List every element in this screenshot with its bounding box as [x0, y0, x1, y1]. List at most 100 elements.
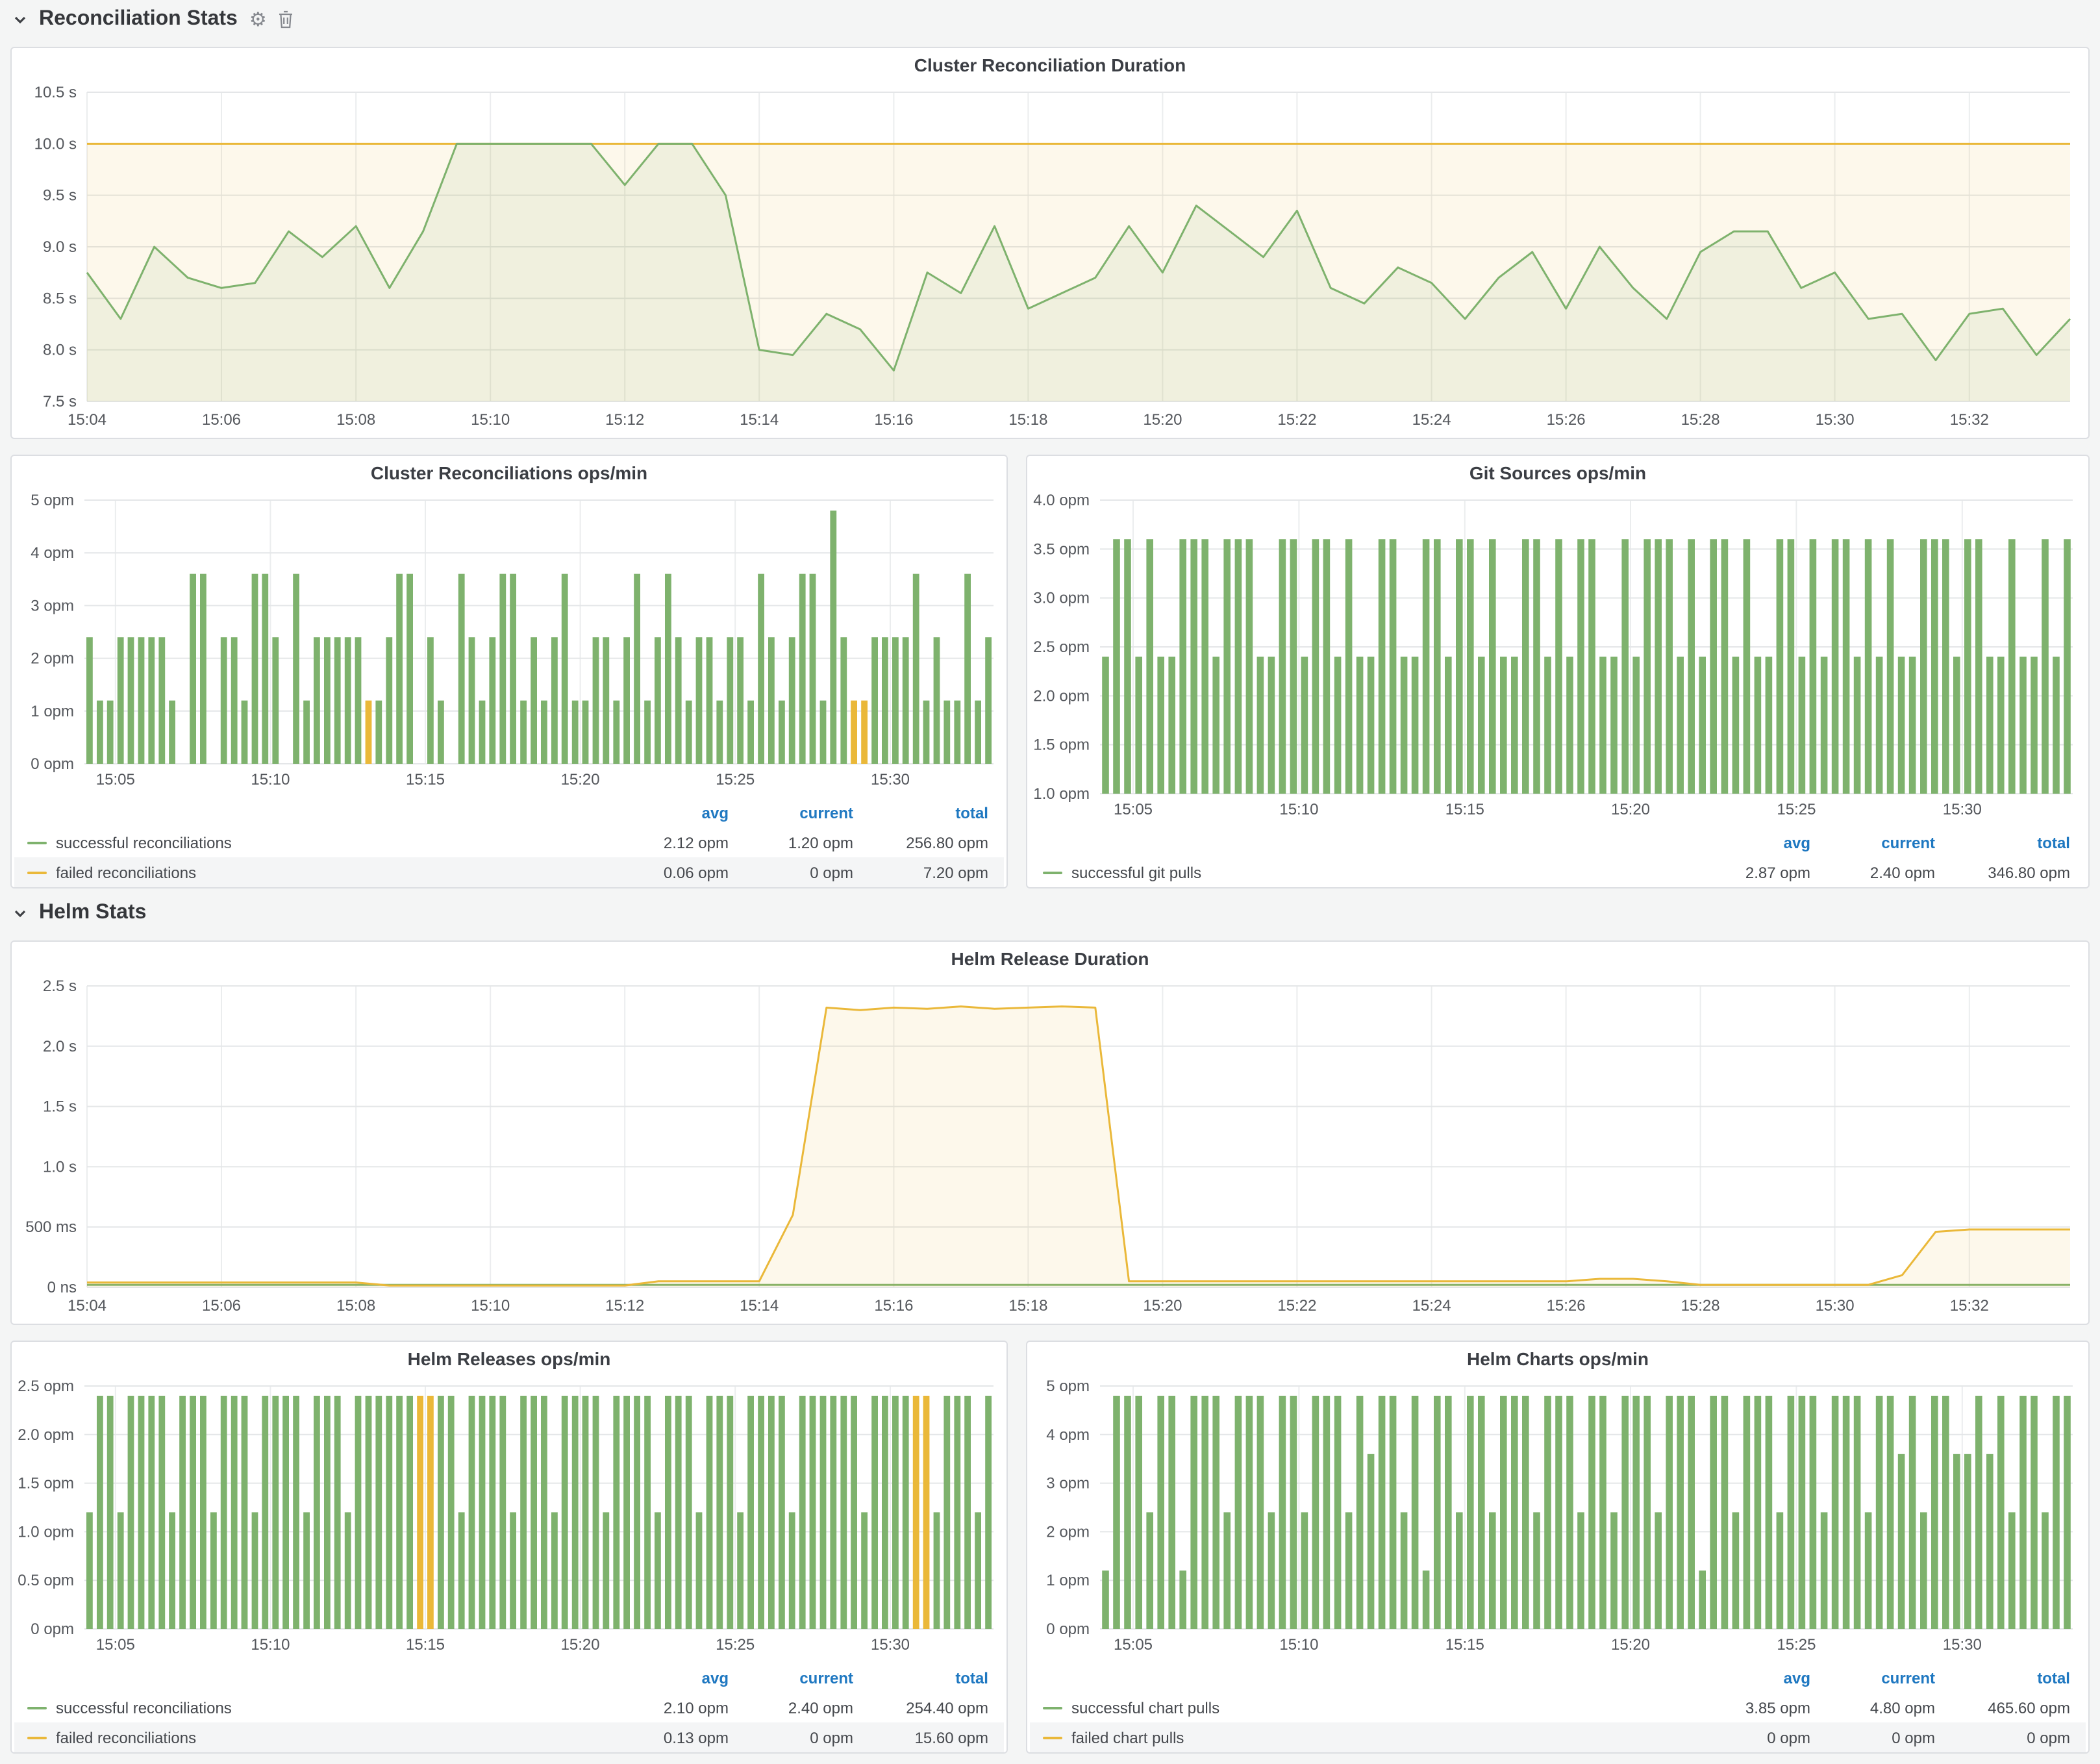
chart-cluster-reconciliations-opm[interactable]: 15:0515:1015:1515:2015:2515:300 opm1 opm… — [12, 490, 1006, 795]
section-title[interactable]: Helm Stats — [39, 901, 146, 925]
svg-text:1 opm: 1 opm — [31, 703, 74, 720]
svg-text:15:28: 15:28 — [1681, 411, 1720, 429]
chart-helm-charts-opm[interactable]: 15:0515:1015:1515:2015:2515:300 opm1 opm… — [1027, 1376, 2088, 1660]
svg-text:15:32: 15:32 — [1950, 1297, 1989, 1315]
legend-current-value: 0 opm — [729, 863, 853, 881]
svg-text:15:30: 15:30 — [871, 1636, 910, 1654]
legend-cluster-reconciliations: avgcurrenttotalsuccessful reconciliation… — [12, 795, 1006, 887]
legend-total-value: 465.60 opm — [1935, 1698, 2086, 1717]
legend-header-row: avgcurrenttotal — [14, 798, 1004, 827]
grafana-dashboard: Reconciliation Stats ⚙ Cluster Reconcili… — [0, 0, 2100, 1764]
svg-text:8.5 s: 8.5 s — [43, 290, 77, 307]
legend-series-label[interactable]: failed chart pulls — [1030, 1728, 1686, 1746]
legend-sort-total[interactable]: total — [853, 1669, 1004, 1687]
legend-row: successful chart pulls3.85 opm4.80 opm46… — [1030, 1693, 2086, 1722]
panel-helm-charts-opm: Helm Charts ops/min 15:0515:1015:1515:20… — [1026, 1341, 2090, 1754]
chart-cluster-reconciliation-duration[interactable]: 15:0415:0615:0815:1015:1215:1415:1615:18… — [12, 82, 2088, 435]
panel-cluster-reconciliations-opm: Cluster Reconciliations ops/min 15:0515:… — [10, 455, 1008, 888]
legend-header-row: avgcurrenttotal — [1030, 827, 2086, 857]
chevron-down-icon[interactable] — [13, 906, 27, 920]
svg-text:15:20: 15:20 — [1143, 1297, 1182, 1315]
gear-icon[interactable]: ⚙ — [249, 10, 267, 29]
legend-current-value: 1.20 opm — [729, 833, 853, 851]
legend-row: failed chart pulls0 opm0 opm0 opm — [1030, 1722, 2086, 1752]
legend-sort-current[interactable]: current — [729, 803, 853, 822]
legend-sort-current[interactable]: current — [729, 1669, 853, 1687]
svg-text:15:12: 15:12 — [605, 1297, 644, 1315]
series-color-swatch — [1043, 1736, 1062, 1739]
legend-header-row: avgcurrenttotal — [14, 1663, 1004, 1693]
panel-title[interactable]: Cluster Reconciliation Duration — [12, 48, 2088, 82]
svg-text:15:24: 15:24 — [1412, 1297, 1451, 1315]
chart-git-sources-opm[interactable]: 15:0515:1015:1515:2015:2515:301.0 opm1.5… — [1027, 490, 2088, 825]
legend-avg-value: 0.13 opm — [604, 1728, 729, 1746]
legend-sort-current[interactable]: current — [1810, 1669, 1935, 1687]
svg-text:15:10: 15:10 — [1279, 1636, 1318, 1654]
svg-text:2.5 opm: 2.5 opm — [18, 1378, 74, 1395]
svg-text:9.0 s: 9.0 s — [43, 238, 77, 256]
series-color-swatch — [27, 1736, 47, 1739]
legend-row: failed reconciliations0.06 opm0 opm7.20 … — [14, 857, 1004, 887]
section-title[interactable]: Reconciliation Stats — [39, 8, 238, 31]
series-color-swatch — [27, 871, 47, 874]
svg-text:4 opm: 4 opm — [31, 544, 74, 562]
legend-current-value: 0 opm — [1810, 1728, 1935, 1746]
legend-row: successful reconciliations2.12 opm1.20 o… — [14, 827, 1004, 857]
legend-sort-avg[interactable]: avg — [1686, 833, 1810, 851]
svg-text:15:25: 15:25 — [1777, 801, 1816, 818]
legend-series-label[interactable]: failed reconciliations — [14, 1728, 604, 1746]
legend-sort-current[interactable]: current — [1810, 833, 1935, 851]
legend-sort-total[interactable]: total — [1935, 833, 2086, 851]
svg-text:15:20: 15:20 — [1143, 411, 1182, 429]
svg-text:15:04: 15:04 — [68, 411, 106, 429]
svg-text:15:04: 15:04 — [68, 1297, 106, 1315]
svg-text:15:05: 15:05 — [1114, 1636, 1153, 1654]
panel-title[interactable]: Git Sources ops/min — [1027, 456, 2088, 490]
svg-text:2 opm: 2 opm — [31, 650, 74, 668]
legend-avg-value: 0 opm — [1686, 1728, 1810, 1746]
svg-text:15:28: 15:28 — [1681, 1297, 1720, 1315]
legend-series-label[interactable]: successful reconciliations — [14, 833, 604, 851]
legend-total-value: 254.40 opm — [853, 1698, 1004, 1717]
panel-helm-releases-opm: Helm Releases ops/min 15:0515:1015:1515:… — [10, 1341, 1008, 1754]
chart-helm-release-duration[interactable]: 15:0415:0615:0815:1015:1215:1415:1615:18… — [12, 976, 2088, 1321]
legend-total-value: 346.80 opm — [1935, 863, 2086, 881]
legend-series-label[interactable]: successful git pulls — [1030, 863, 1686, 881]
legend-sort-avg[interactable]: avg — [604, 1669, 729, 1687]
panel-title[interactable]: Helm Releases ops/min — [12, 1342, 1006, 1376]
legend-series-label[interactable]: successful reconciliations — [14, 1698, 604, 1717]
svg-text:15:08: 15:08 — [336, 1297, 375, 1315]
panel-title[interactable]: Helm Release Duration — [12, 942, 2088, 976]
legend-total-value: 0 opm — [1935, 1728, 2086, 1746]
svg-text:15:15: 15:15 — [406, 771, 445, 788]
svg-text:15:30: 15:30 — [871, 771, 910, 788]
legend-sort-total[interactable]: total — [853, 803, 1004, 822]
legend-sort-total[interactable]: total — [1935, 1669, 2086, 1687]
svg-text:1.0 s: 1.0 s — [43, 1158, 77, 1176]
svg-text:15:30: 15:30 — [1816, 1297, 1855, 1315]
svg-text:15:26: 15:26 — [1547, 1297, 1586, 1315]
svg-text:15:10: 15:10 — [1279, 801, 1318, 818]
legend-sort-avg[interactable]: avg — [604, 803, 729, 822]
svg-text:0 ns: 0 ns — [47, 1279, 77, 1296]
svg-text:15:20: 15:20 — [561, 1636, 600, 1654]
legend-series-label[interactable]: successful chart pulls — [1030, 1698, 1686, 1717]
chevron-down-icon[interactable] — [13, 12, 27, 27]
svg-text:2.0 s: 2.0 s — [43, 1038, 77, 1055]
legend-sort-avg[interactable]: avg — [1686, 1669, 1810, 1687]
svg-text:15:06: 15:06 — [202, 411, 241, 429]
legend-series-label[interactable]: failed reconciliations — [14, 863, 604, 881]
trash-icon[interactable] — [279, 10, 294, 29]
legend-avg-value: 2.12 opm — [604, 833, 729, 851]
svg-text:1 opm: 1 opm — [1046, 1572, 1090, 1589]
legend-helm-charts: avgcurrenttotal successful chart pulls3.8… — [1027, 1660, 2088, 1752]
panel-title[interactable]: Cluster Reconciliations ops/min — [12, 456, 1006, 490]
legend-avg-value: 3.85 opm — [1686, 1698, 1810, 1717]
panel-title[interactable]: Helm Charts ops/min — [1027, 1342, 2088, 1376]
chart-helm-releases-opm[interactable]: 15:0515:1015:1515:2015:2515:300 opm0.5 o… — [12, 1376, 1006, 1660]
legend-avg-value: 2.87 opm — [1686, 863, 1810, 881]
svg-text:15:05: 15:05 — [96, 1636, 135, 1654]
svg-text:4.0 opm: 4.0 opm — [1033, 492, 1090, 509]
svg-text:15:18: 15:18 — [1008, 1297, 1047, 1315]
svg-text:3 opm: 3 opm — [1046, 1475, 1090, 1493]
